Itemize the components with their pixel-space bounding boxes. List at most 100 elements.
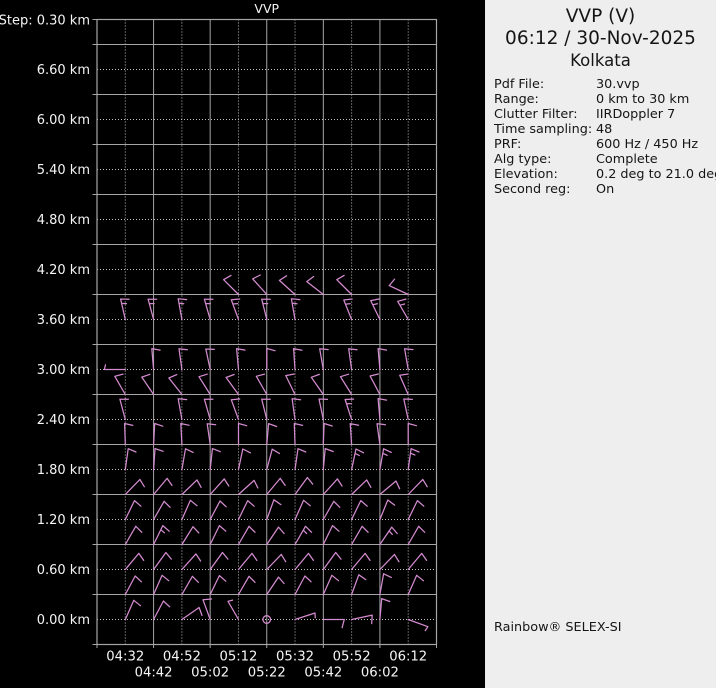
info-row: PRF: 600 Hz / 450 Hz xyxy=(494,137,716,152)
y-tick-label: 0.00 km xyxy=(37,613,90,628)
wind-barb xyxy=(266,477,286,496)
info-row: Elevation: 0.2 deg to 21.0 deg xyxy=(494,167,716,182)
wind-barb xyxy=(123,422,134,446)
wind-barb xyxy=(209,447,221,471)
x-tick-label: 06:12 xyxy=(389,650,427,665)
wind-barb xyxy=(124,599,142,621)
wind-barb xyxy=(151,347,161,371)
y-tick-label: 1.80 km xyxy=(37,463,90,478)
info-row-value: 0 km to 30 km xyxy=(596,92,690,107)
wind-barb xyxy=(294,476,314,496)
wind-barb xyxy=(222,274,240,296)
wind-barb xyxy=(237,575,256,596)
wind-barb xyxy=(203,298,214,321)
wind-barb xyxy=(181,499,198,521)
wind-barb xyxy=(168,373,183,396)
info-row-label: Alg type: xyxy=(494,152,552,167)
wind-barb xyxy=(407,552,428,571)
wind-barb xyxy=(397,298,409,321)
wind-barb xyxy=(266,448,281,471)
wind-barb xyxy=(350,574,367,596)
y-tick-label: 3.00 km xyxy=(37,363,90,378)
wind-barb xyxy=(237,448,252,471)
wind-barb xyxy=(349,422,360,446)
wind-barb xyxy=(237,422,248,446)
wind-barb xyxy=(278,275,296,296)
info-row-label: PRF: xyxy=(494,137,522,152)
info-row-value: 600 Hz / 450 Hz xyxy=(596,137,699,152)
wind-barb xyxy=(292,347,303,371)
x-tick-label: 05:32 xyxy=(276,650,314,665)
wind-barb xyxy=(152,477,173,496)
vvp-application-window: VVP Step: 0.30 km 6.60 km 6.00 km 5.40 km 4.8… xyxy=(0,0,716,688)
wind-barb xyxy=(237,499,255,521)
wind-barb xyxy=(343,298,353,321)
wind-barb xyxy=(252,274,268,296)
info-row-label: Time sampling: xyxy=(494,122,593,137)
y-tick-label: 4.20 km xyxy=(37,263,90,278)
wind-barb xyxy=(379,553,400,571)
wind-barb xyxy=(370,298,381,321)
info-row: Alg type: Complete xyxy=(494,152,716,167)
info-row-value: 30.vvp xyxy=(596,77,640,92)
wind-barb xyxy=(407,525,426,546)
wind-barb xyxy=(306,275,324,296)
wind-barb xyxy=(181,575,200,596)
wind-barb xyxy=(294,552,315,571)
info-row-label: Pdf File: xyxy=(494,77,545,92)
wind-barb xyxy=(379,573,392,596)
wind-barb xyxy=(152,447,164,471)
wind-barb xyxy=(198,373,211,396)
wind-barb xyxy=(209,478,230,496)
wind-barb xyxy=(119,398,130,421)
info-row-label: Clutter Filter: xyxy=(494,107,578,122)
wind-barb xyxy=(181,479,202,496)
wind-barb xyxy=(181,526,200,546)
y-tick-label: 1.20 km xyxy=(37,513,90,528)
wind-barb xyxy=(261,298,271,321)
wind-barb xyxy=(152,500,171,521)
x-tick-label: 04:42 xyxy=(135,666,173,681)
y-tick-label: 0.60 km xyxy=(37,563,90,578)
wind-barb xyxy=(322,574,340,596)
wind-barb xyxy=(266,553,287,571)
wind-barb xyxy=(322,524,340,546)
info-row: Second reg: On xyxy=(494,182,716,197)
wind-barb xyxy=(177,298,188,321)
wind-barb xyxy=(152,524,170,546)
wind-barb xyxy=(261,398,271,421)
info-row-value: 48 xyxy=(596,122,613,137)
brand-footer: Rainbow® SELEX-SI xyxy=(494,620,622,635)
wind-barb xyxy=(294,612,316,621)
wind-profile-chart: VVP Step: 0.30 km 6.60 km 6.00 km 5.40 km 4.8… xyxy=(0,1,438,681)
wind-barb xyxy=(266,422,278,446)
wind-barb xyxy=(177,398,188,421)
wind-profile-chart-pane: VVP Step: 0.30 km 6.60 km 6.00 km 5.40 km 4.8… xyxy=(0,0,485,688)
wind-barb xyxy=(407,478,428,496)
wind-barb xyxy=(336,274,353,296)
wind-barb xyxy=(235,347,246,371)
panel-title: VVP (V) xyxy=(565,6,636,27)
wind-barb xyxy=(377,347,388,371)
info-row-label: Elevation: xyxy=(494,167,558,182)
wind-barb xyxy=(237,552,258,571)
wind-barb xyxy=(369,373,381,396)
wind-barb xyxy=(124,552,145,571)
wind-barb xyxy=(407,574,425,596)
wind-barb xyxy=(407,422,418,446)
wind-barb xyxy=(310,373,324,396)
wind-barb xyxy=(294,499,311,521)
panel-datetime: 06:12 / 30-Nov-2025 xyxy=(505,28,696,49)
wind-barb xyxy=(291,398,302,421)
wind-barb xyxy=(141,373,155,396)
wind-barb xyxy=(350,499,368,521)
info-row-value: Complete xyxy=(596,152,658,167)
wind-barb xyxy=(350,525,369,546)
info-row: Clutter Filter: IIRDoppler 7 xyxy=(494,107,716,122)
x-tick-label: 05:22 xyxy=(248,666,286,681)
wind-barb xyxy=(407,499,425,521)
wind-barb xyxy=(294,575,312,596)
wind-barb xyxy=(322,422,333,446)
wind-barb xyxy=(181,448,194,471)
wind-barb xyxy=(266,576,285,596)
